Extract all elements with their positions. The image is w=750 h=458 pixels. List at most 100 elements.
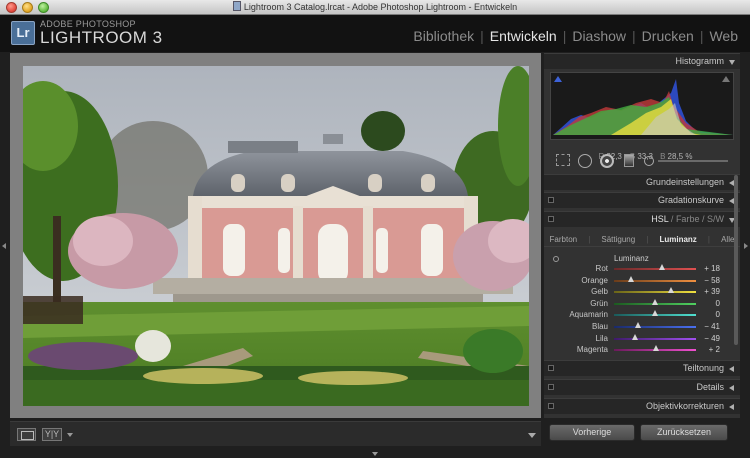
slider-thumb[interactable] — [652, 310, 658, 317]
photo-palace[interactable] — [23, 66, 529, 406]
slider-thumb[interactable] — [635, 322, 642, 328]
slider-thumb[interactable] — [631, 333, 638, 340]
lightroom-logo: Lr — [11, 21, 35, 45]
subtab-saettigung[interactable]: Sättigung — [601, 233, 635, 246]
slider-value[interactable]: − 41 — [704, 322, 720, 331]
slider-row: Rot + 18 — [544, 264, 740, 275]
tool-strip — [550, 151, 734, 171]
filmstrip-toggle-icon[interactable] — [372, 452, 378, 456]
slider-value[interactable]: 0 — [716, 299, 720, 308]
module-web[interactable]: Web — [709, 28, 738, 44]
details-panel-header[interactable]: Details — [544, 379, 740, 395]
grundeinstellungen-panel-header[interactable]: Grundeinstellungen — [544, 174, 740, 190]
module-separator: | — [632, 28, 636, 44]
slider-thumb[interactable] — [659, 264, 666, 270]
brand-title: LIGHTROOM 3 — [40, 28, 163, 47]
module-diashow[interactable]: Diashow — [572, 28, 626, 44]
module-separator: | — [699, 28, 704, 44]
panel-switch-icon[interactable] — [548, 197, 554, 203]
adjustment-brush-icon[interactable] — [644, 154, 734, 168]
spot-removal-icon[interactable] — [578, 154, 592, 168]
slider-track[interactable] — [614, 291, 696, 294]
graduated-filter-icon[interactable] — [624, 154, 634, 167]
slider-track[interactable] — [614, 279, 696, 282]
slider-thumb[interactable] — [667, 287, 674, 294]
luminanz-title: Luminanz — [614, 254, 649, 263]
slider-thumb[interactable] — [628, 275, 635, 282]
window-title: Lightroom 3 Catalog.lrcat - Adobe Photos… — [0, 1, 750, 14]
module-bibliothek[interactable]: Bibliothek — [413, 28, 474, 44]
slider-label: Orange — [581, 275, 608, 285]
loupe-view[interactable] — [10, 53, 541, 418]
expand-icon — [729, 385, 734, 391]
right-panel-toggle-icon[interactable] — [744, 243, 748, 249]
module-separator: | — [562, 28, 567, 44]
previous-button[interactable]: Vorherige — [549, 424, 635, 441]
slider-value[interactable]: − 58 — [704, 276, 720, 285]
module-drucken[interactable]: Drucken — [642, 28, 694, 44]
slider-row: Orange − 58 — [544, 275, 740, 287]
slider-row: Grün 0 — [544, 298, 740, 310]
before-after-view-button[interactable]: Y|Y — [42, 428, 62, 441]
before-after-dropdown-icon[interactable] — [67, 433, 73, 437]
crop-icon[interactable] — [556, 154, 570, 166]
gradationskurve-panel-header[interactable]: Gradationskurve — [544, 192, 740, 208]
slider-row: Blau − 41 — [544, 322, 740, 333]
slider-label: Grün — [590, 298, 608, 308]
slider-value[interactable]: + 39 — [704, 287, 720, 296]
subtab-luminanz[interactable]: Luminanz — [659, 233, 696, 246]
panel-switch-icon[interactable] — [548, 365, 554, 371]
panel-switch-icon[interactable] — [548, 216, 554, 222]
slider-label: Blau — [591, 322, 608, 331]
tab-hsl[interactable]: HSL — [651, 214, 668, 224]
shadow-clipping-icon[interactable] — [554, 76, 562, 82]
red-eye-icon[interactable] — [600, 154, 614, 168]
subtab-farbton[interactable]: Farbton — [550, 233, 578, 246]
slider-value[interactable]: + 18 — [704, 264, 720, 273]
slider-value[interactable]: 0 — [716, 310, 720, 319]
subtab-alle[interactable]: Alle — [721, 233, 734, 246]
tab-sw[interactable]: S/W — [707, 214, 724, 224]
panel-switch-icon[interactable] — [548, 384, 554, 390]
bottom-toolbar: Y|Y — [10, 421, 541, 446]
slider-row: Lila − 49 — [544, 333, 740, 345]
expand-icon — [729, 404, 734, 410]
right-panel-scrollbar[interactable] — [734, 175, 738, 345]
slider-label: Aquamarin — [569, 310, 608, 320]
slider-value[interactable]: + 2 — [709, 345, 720, 354]
loupe-view-icon[interactable] — [17, 428, 36, 441]
teiltonung-panel-header[interactable]: Teiltonung — [544, 360, 740, 376]
reset-button[interactable]: Zurücksetzen — [640, 424, 728, 441]
slider-row: Magenta + 2 — [544, 345, 740, 356]
slider-row: Gelb + 39 — [544, 287, 740, 298]
toolbar-options-chevron-icon[interactable] — [528, 433, 536, 438]
slider-track[interactable] — [614, 268, 696, 270]
module-entwickeln[interactable]: Entwickeln — [490, 28, 557, 44]
slider-label: Gelb — [591, 287, 608, 297]
collapse-icon — [729, 60, 735, 65]
panel-switch-icon[interactable] — [548, 403, 554, 409]
slider-thumb[interactable] — [652, 298, 658, 305]
highlight-clipping-icon[interactable] — [722, 76, 730, 82]
module-picker: Bibliothek | Entwickeln | Diashow | Druc… — [413, 28, 738, 44]
hsl-mode-tabs: HSL / Farbe / S/W — [651, 214, 724, 224]
slider-value[interactable]: − 49 — [704, 334, 720, 343]
tab-farbe[interactable]: Farbe — [676, 214, 700, 224]
window-title-text: Lightroom 3 Catalog.lrcat - Adobe Photos… — [243, 2, 518, 12]
objektivkorrekturen-panel-header[interactable]: Objektivkorrekturen — [544, 398, 740, 414]
document-icon — [232, 1, 241, 11]
hsl-panel-header[interactable]: HSL / Farbe / S/W — [544, 211, 740, 227]
slider-thumb[interactable] — [652, 345, 659, 352]
histogram-label: Histogramm — [675, 56, 724, 66]
slider-track[interactable] — [614, 326, 696, 328]
window-titlebar: Lightroom 3 Catalog.lrcat - Adobe Photos… — [0, 0, 750, 15]
histogram-panel-header[interactable]: Histogramm — [544, 53, 740, 69]
left-panel-toggle-icon[interactable] — [2, 243, 6, 249]
histogram-graph — [553, 79, 733, 135]
histogram[interactable]: R32,3 G33,3 B28,5 % — [550, 72, 734, 161]
slider-label: Lila — [595, 333, 608, 343]
hsl-subtabs: Farbton | Sättigung | Luminanz | Alle — [544, 233, 740, 247]
slider-label: Magenta — [576, 345, 608, 355]
slider-track[interactable] — [614, 337, 696, 340]
targeted-adjustment-icon[interactable] — [553, 256, 559, 262]
